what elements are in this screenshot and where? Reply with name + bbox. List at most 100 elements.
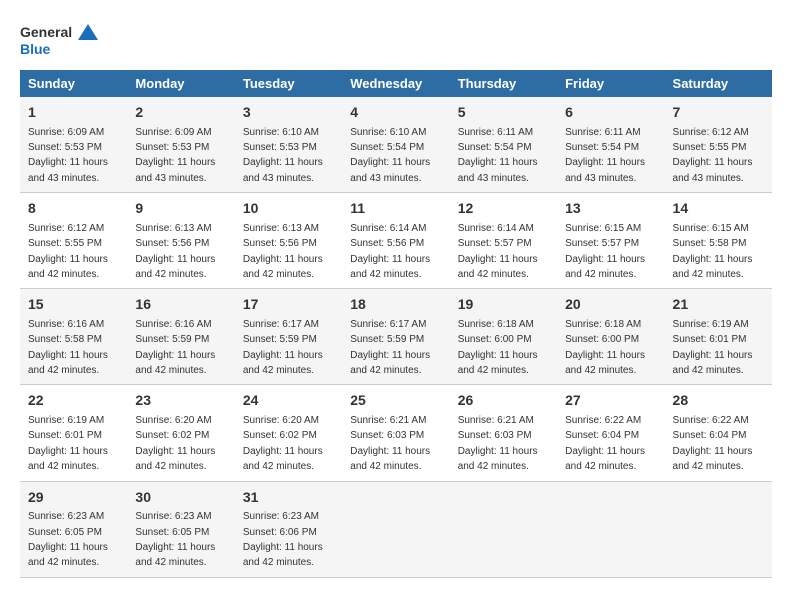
- header: General Blue: [20, 20, 772, 60]
- calendar-cell: 14 Sunrise: 6:15 AM Sunset: 5:58 PM Dayl…: [665, 193, 772, 289]
- day-number: 15: [28, 295, 119, 315]
- day-number: 1: [28, 103, 119, 123]
- day-number: 2: [135, 103, 226, 123]
- svg-text:General: General: [20, 24, 72, 40]
- daylight-label: Daylight: 11 hours and 42 minutes.: [673, 350, 753, 376]
- daylight-label: Daylight: 11 hours and 42 minutes.: [673, 254, 753, 280]
- weekday-header-thursday: Thursday: [450, 70, 557, 97]
- day-number: 11: [350, 199, 441, 219]
- calendar-cell: 9 Sunrise: 6:13 AM Sunset: 5:56 PM Dayli…: [127, 193, 234, 289]
- daylight-label: Daylight: 11 hours and 42 minutes.: [673, 446, 753, 472]
- sunrise-info: Sunrise: 6:18 AM: [458, 319, 534, 330]
- sunrise-info: Sunrise: 6:14 AM: [458, 223, 534, 234]
- sunrise-info: Sunrise: 6:16 AM: [28, 319, 104, 330]
- calendar-table: SundayMondayTuesdayWednesdayThursdayFrid…: [20, 70, 772, 578]
- calendar-cell: 30 Sunrise: 6:23 AM Sunset: 6:05 PM Dayl…: [127, 481, 234, 577]
- calendar-cell: 2 Sunrise: 6:09 AM Sunset: 5:53 PM Dayli…: [127, 97, 234, 193]
- sunrise-info: Sunrise: 6:09 AM: [28, 127, 104, 138]
- day-number: 27: [565, 391, 656, 411]
- sunset-info: Sunset: 5:56 PM: [350, 238, 424, 249]
- logo-svg: General Blue: [20, 20, 100, 60]
- day-number: 3: [243, 103, 334, 123]
- sunrise-info: Sunrise: 6:23 AM: [28, 511, 104, 522]
- weekday-header-monday: Monday: [127, 70, 234, 97]
- day-number: 6: [565, 103, 656, 123]
- daylight-label: Daylight: 11 hours and 42 minutes.: [458, 350, 538, 376]
- day-number: 4: [350, 103, 441, 123]
- day-number: 19: [458, 295, 549, 315]
- day-number: 8: [28, 199, 119, 219]
- daylight-label: Daylight: 11 hours and 42 minutes.: [565, 350, 645, 376]
- day-number: 7: [673, 103, 764, 123]
- daylight-label: Daylight: 11 hours and 42 minutes.: [350, 350, 430, 376]
- calendar-cell: 3 Sunrise: 6:10 AM Sunset: 5:53 PM Dayli…: [235, 97, 342, 193]
- day-number: 18: [350, 295, 441, 315]
- daylight-label: Daylight: 11 hours and 42 minutes.: [458, 254, 538, 280]
- weekday-header-tuesday: Tuesday: [235, 70, 342, 97]
- day-number: 23: [135, 391, 226, 411]
- calendar-cell: 5 Sunrise: 6:11 AM Sunset: 5:54 PM Dayli…: [450, 97, 557, 193]
- sunrise-info: Sunrise: 6:17 AM: [350, 319, 426, 330]
- sunrise-info: Sunrise: 6:13 AM: [135, 223, 211, 234]
- calendar-cell: 23 Sunrise: 6:20 AM Sunset: 6:02 PM Dayl…: [127, 385, 234, 481]
- sunset-info: Sunset: 5:59 PM: [135, 334, 209, 345]
- day-number: 29: [28, 488, 119, 508]
- sunrise-info: Sunrise: 6:21 AM: [350, 415, 426, 426]
- week-row-3: 15 Sunrise: 6:16 AM Sunset: 5:58 PM Dayl…: [20, 289, 772, 385]
- calendar-cell: 1 Sunrise: 6:09 AM Sunset: 5:53 PM Dayli…: [20, 97, 127, 193]
- sunrise-info: Sunrise: 6:10 AM: [350, 127, 426, 138]
- weekday-header-sunday: Sunday: [20, 70, 127, 97]
- daylight-label: Daylight: 11 hours and 42 minutes.: [28, 254, 108, 280]
- daylight-label: Daylight: 11 hours and 42 minutes.: [458, 446, 538, 472]
- sunrise-info: Sunrise: 6:22 AM: [565, 415, 641, 426]
- sunrise-info: Sunrise: 6:20 AM: [243, 415, 319, 426]
- logo: General Blue: [20, 20, 100, 60]
- sunrise-info: Sunrise: 6:23 AM: [243, 511, 319, 522]
- sunrise-info: Sunrise: 6:15 AM: [565, 223, 641, 234]
- sunset-info: Sunset: 6:04 PM: [673, 430, 747, 441]
- sunset-info: Sunset: 6:00 PM: [565, 334, 639, 345]
- sunset-info: Sunset: 5:58 PM: [673, 238, 747, 249]
- daylight-label: Daylight: 11 hours and 42 minutes.: [28, 542, 108, 568]
- day-number: 16: [135, 295, 226, 315]
- sunset-info: Sunset: 6:04 PM: [565, 430, 639, 441]
- day-number: 5: [458, 103, 549, 123]
- daylight-label: Daylight: 11 hours and 43 minutes.: [135, 157, 215, 183]
- calendar-cell: 22 Sunrise: 6:19 AM Sunset: 6:01 PM Dayl…: [20, 385, 127, 481]
- sunset-info: Sunset: 5:55 PM: [673, 142, 747, 153]
- week-row-4: 22 Sunrise: 6:19 AM Sunset: 6:01 PM Dayl…: [20, 385, 772, 481]
- calendar-cell: 4 Sunrise: 6:10 AM Sunset: 5:54 PM Dayli…: [342, 97, 449, 193]
- week-row-2: 8 Sunrise: 6:12 AM Sunset: 5:55 PM Dayli…: [20, 193, 772, 289]
- daylight-label: Daylight: 11 hours and 42 minutes.: [135, 254, 215, 280]
- calendar-cell: 6 Sunrise: 6:11 AM Sunset: 5:54 PM Dayli…: [557, 97, 664, 193]
- sunrise-info: Sunrise: 6:12 AM: [673, 127, 749, 138]
- day-number: 31: [243, 488, 334, 508]
- sunset-info: Sunset: 5:54 PM: [458, 142, 532, 153]
- sunset-info: Sunset: 5:53 PM: [135, 142, 209, 153]
- weekday-header-friday: Friday: [557, 70, 664, 97]
- day-number: 21: [673, 295, 764, 315]
- sunrise-info: Sunrise: 6:22 AM: [673, 415, 749, 426]
- calendar-cell: 19 Sunrise: 6:18 AM Sunset: 6:00 PM Dayl…: [450, 289, 557, 385]
- day-number: 25: [350, 391, 441, 411]
- sunset-info: Sunset: 5:57 PM: [458, 238, 532, 249]
- sunrise-info: Sunrise: 6:23 AM: [135, 511, 211, 522]
- calendar-cell: 20 Sunrise: 6:18 AM Sunset: 6:00 PM Dayl…: [557, 289, 664, 385]
- daylight-label: Daylight: 11 hours and 42 minutes.: [350, 254, 430, 280]
- day-number: 13: [565, 199, 656, 219]
- sunrise-info: Sunrise: 6:18 AM: [565, 319, 641, 330]
- day-number: 12: [458, 199, 549, 219]
- day-number: 28: [673, 391, 764, 411]
- calendar-cell: [665, 481, 772, 577]
- sunset-info: Sunset: 5:59 PM: [350, 334, 424, 345]
- weekday-header-row: SundayMondayTuesdayWednesdayThursdayFrid…: [20, 70, 772, 97]
- calendar-cell: [450, 481, 557, 577]
- sunrise-info: Sunrise: 6:21 AM: [458, 415, 534, 426]
- calendar-cell: 10 Sunrise: 6:13 AM Sunset: 5:56 PM Dayl…: [235, 193, 342, 289]
- sunset-info: Sunset: 6:05 PM: [28, 527, 102, 538]
- sunset-info: Sunset: 5:53 PM: [28, 142, 102, 153]
- day-number: 17: [243, 295, 334, 315]
- sunrise-info: Sunrise: 6:11 AM: [458, 127, 533, 138]
- svg-text:Blue: Blue: [20, 41, 51, 57]
- calendar-cell: 18 Sunrise: 6:17 AM Sunset: 5:59 PM Dayl…: [342, 289, 449, 385]
